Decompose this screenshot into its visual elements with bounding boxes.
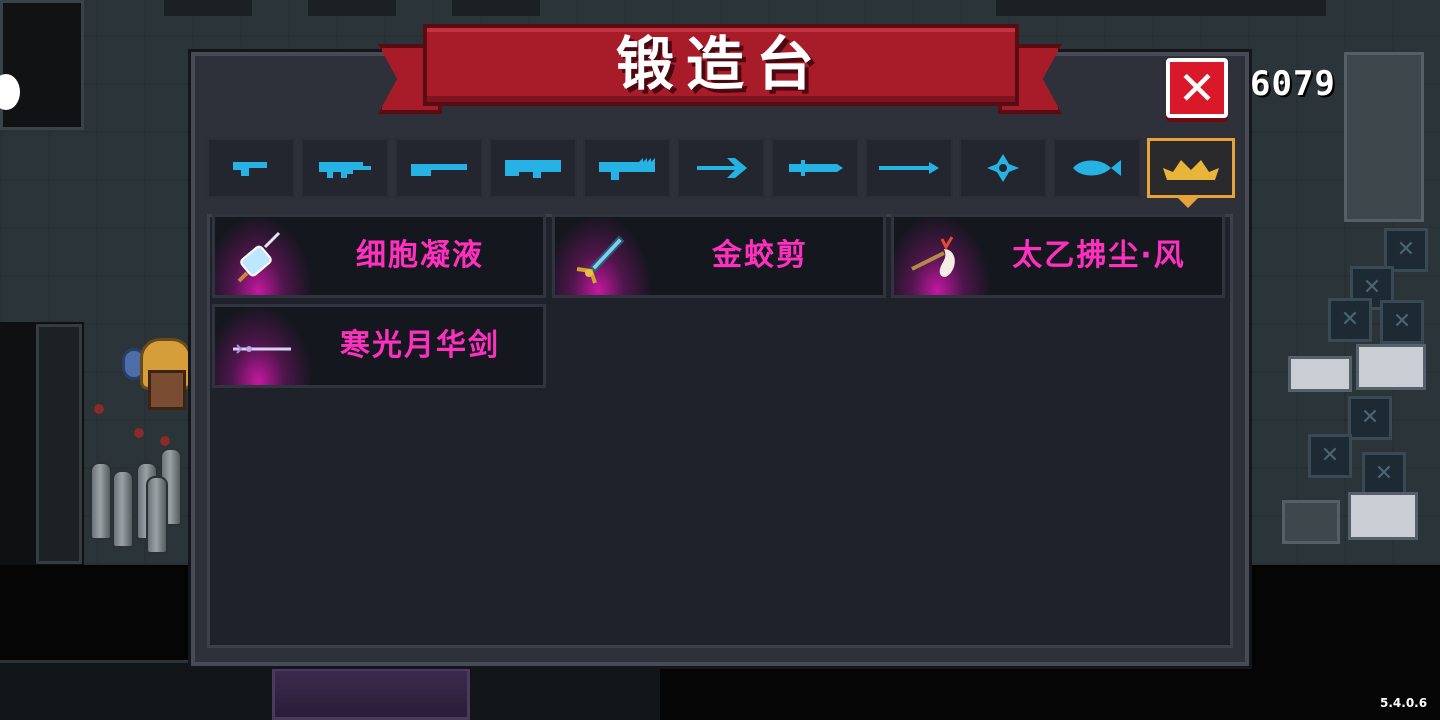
rifle-icon	[319, 162, 371, 178]
moon-sword-icon	[233, 344, 291, 354]
tab-laser[interactable]	[583, 138, 671, 198]
player-character-face	[148, 370, 186, 410]
side-door	[36, 324, 82, 564]
machine-console	[1348, 492, 1418, 540]
syringe-icon	[237, 231, 281, 283]
active-tab-pointer	[1178, 198, 1198, 208]
weapon-card[interactable]: 太乙拂尘·风	[891, 214, 1225, 298]
ledge	[0, 660, 272, 720]
shotgun-icon	[411, 164, 467, 176]
wall-top-segment	[452, 0, 540, 16]
supply-crate	[1362, 452, 1406, 496]
tab-launcher[interactable]	[489, 138, 577, 198]
sword-icon	[789, 160, 843, 176]
fish-icon	[1073, 160, 1121, 176]
scissors-blade-icon	[576, 235, 625, 284]
gas-cylinder	[90, 462, 112, 540]
shuriken-icon	[987, 154, 1019, 182]
crown-icon	[1163, 160, 1219, 180]
machine-console	[1288, 356, 1352, 392]
supply-crate	[1328, 298, 1372, 342]
weapon-card[interactable]: 金蛟剪	[552, 214, 886, 298]
wall-top-segment	[308, 0, 396, 16]
ledge	[470, 660, 660, 720]
weapon-name: 寒光月华剑	[340, 328, 500, 363]
machine-console	[1356, 344, 1426, 390]
page-title: 锻造台	[615, 30, 826, 98]
spear-icon	[879, 162, 939, 174]
tab-fish[interactable]	[1053, 138, 1141, 198]
tab-pistol[interactable]	[207, 138, 295, 198]
close-button[interactable]: ✕	[1166, 58, 1228, 118]
weapon-card[interactable]: 细胞凝液	[212, 214, 546, 298]
close-icon: ✕	[1177, 61, 1217, 115]
tab-shuriken[interactable]	[959, 138, 1047, 198]
weapon-card[interactable]: 寒光月华剑	[212, 304, 546, 388]
tab-bow[interactable]	[677, 138, 765, 198]
pistol-icon	[233, 162, 267, 176]
supply-crate	[1348, 396, 1392, 440]
tab-spear[interactable]	[865, 138, 953, 198]
weapon-name: 太乙拂尘·风	[1012, 238, 1186, 273]
weapon-rack	[1282, 500, 1340, 544]
supply-crate	[1380, 300, 1424, 344]
launcher-icon	[505, 160, 561, 178]
tab-special[interactable]	[1147, 138, 1235, 198]
wall-top-segment	[996, 0, 1326, 16]
gas-cylinder	[146, 476, 168, 554]
weapon-name: 细胞凝液	[356, 238, 484, 273]
cylinder-valve	[94, 404, 104, 414]
gem-count: 6079	[1250, 64, 1336, 104]
cylinder-valve	[160, 436, 170, 446]
bow-icon	[697, 158, 747, 178]
weapon-category-tabs	[207, 138, 1237, 198]
whisk-icon	[911, 236, 955, 277]
tab-shotgun[interactable]	[395, 138, 483, 198]
weapon-name: 金蛟剪	[712, 238, 808, 273]
supply-crate	[1308, 434, 1352, 478]
title-banner: 锻造台	[423, 24, 1019, 106]
version-label: 5.4.0.6	[1380, 696, 1428, 710]
wall-pillar	[1344, 52, 1424, 222]
laser-gun-icon	[599, 158, 655, 180]
gas-cylinder	[112, 470, 134, 548]
tab-sword[interactable]	[771, 138, 859, 198]
tab-rifle[interactable]	[301, 138, 389, 198]
cylinder-valve	[134, 428, 144, 438]
wall-top-segment	[164, 0, 252, 16]
portal-door	[272, 668, 470, 720]
wall-block	[0, 0, 84, 130]
